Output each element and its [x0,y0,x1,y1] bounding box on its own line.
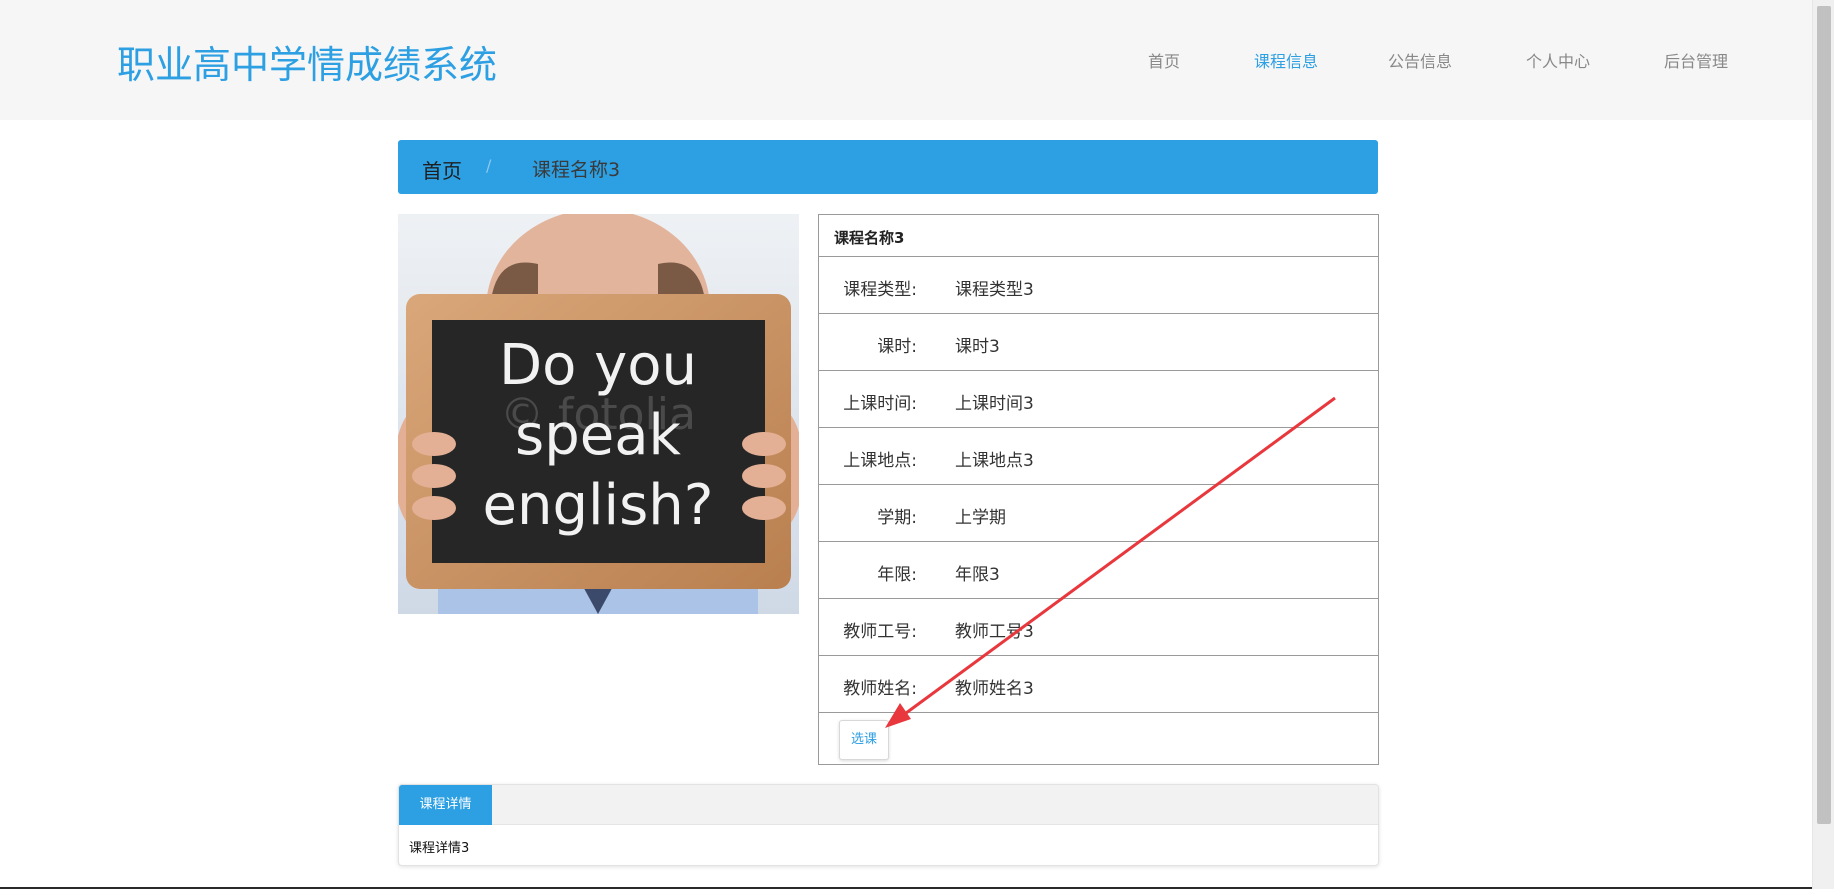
tab-course-details[interactable]: 课程详情 [399,785,492,825]
site-title: 职业高中学情成绩系统 [117,43,498,87]
info-label: 课时: [877,337,917,357]
nav-item-announcements[interactable]: 公告信息 [1388,48,1452,72]
chalkboard-photo: © fotolia Do you speak english? [398,214,799,614]
course-image: © fotolia Do you speak english? [398,214,799,614]
nav-item-personal-center[interactable]: 个人中心 [1526,48,1590,72]
info-row-teacher-name: 教师姓名: 教师姓名3 [819,656,1378,713]
chalk-line-1: Do you [499,333,697,398]
detail-tab-bar: 课程详情 [399,785,1378,825]
info-value: 上课地点3 [955,451,1034,471]
info-label: 课程类型: [843,280,917,300]
info-label: 年限: [877,565,917,585]
info-row-course-type: 课程类型: 课程类型3 [819,257,1378,314]
info-value: 课程类型3 [955,280,1034,300]
info-row-semester: 学期: 上学期 [819,485,1378,542]
breadcrumb-current: 课程名称3 [532,159,621,181]
vertical-scrollbar[interactable] [1812,0,1834,889]
info-value: 年限3 [955,565,1000,585]
info-label: 上课地点: [843,451,917,471]
nav-item-admin[interactable]: 后台管理 [1664,48,1728,72]
nav-item-course-info[interactable]: 课程信息 [1254,48,1318,72]
info-value: 教师工号3 [955,622,1034,642]
info-row-hours: 课时: 课时3 [819,314,1378,371]
info-value: 上学期 [955,508,1006,528]
select-course-button[interactable]: 选课 [839,720,889,760]
info-value: 上课时间3 [955,394,1034,414]
course-title-row: 课程名称3 [819,215,1378,257]
info-label: 上课时间: [843,394,917,414]
chalk-line-3: english? [483,473,714,538]
nav-item-home[interactable]: 首页 [1148,48,1180,72]
info-label: 教师姓名: [843,679,917,699]
info-row-teacher-id: 教师工号: 教师工号3 [819,599,1378,656]
breadcrumb-home-link[interactable]: 首页 [422,155,462,184]
breadcrumb: 首页 / 课程名称3 [398,140,1378,194]
info-value: 课时3 [955,337,1000,357]
course-detail-panel: 课程详情 课程详情3 [398,784,1379,866]
info-value: 教师姓名3 [955,679,1034,699]
chalk-line-2: speak [515,403,681,468]
info-label: 学期: [877,508,917,528]
info-row-location: 上课地点: 上课地点3 [819,428,1378,485]
course-detail-content: 课程详情3 [409,841,470,856]
info-row-year: 年限: 年限3 [819,542,1378,599]
info-row-class-time: 上课时间: 上课时间3 [819,371,1378,428]
course-title: 课程名称3 [834,229,905,247]
course-info-table: 课程名称3 课程类型: 课程类型3 课时: 课时3 上课时间: 上课时间3 上课… [818,214,1379,765]
site-header: 职业高中学情成绩系统 首页 课程信息 公告信息 个人中心 后台管理 [0,0,1812,120]
info-label: 教师工号: [843,622,917,642]
scrollbar-thumb[interactable] [1817,6,1831,824]
breadcrumb-separator: / [486,156,492,175]
